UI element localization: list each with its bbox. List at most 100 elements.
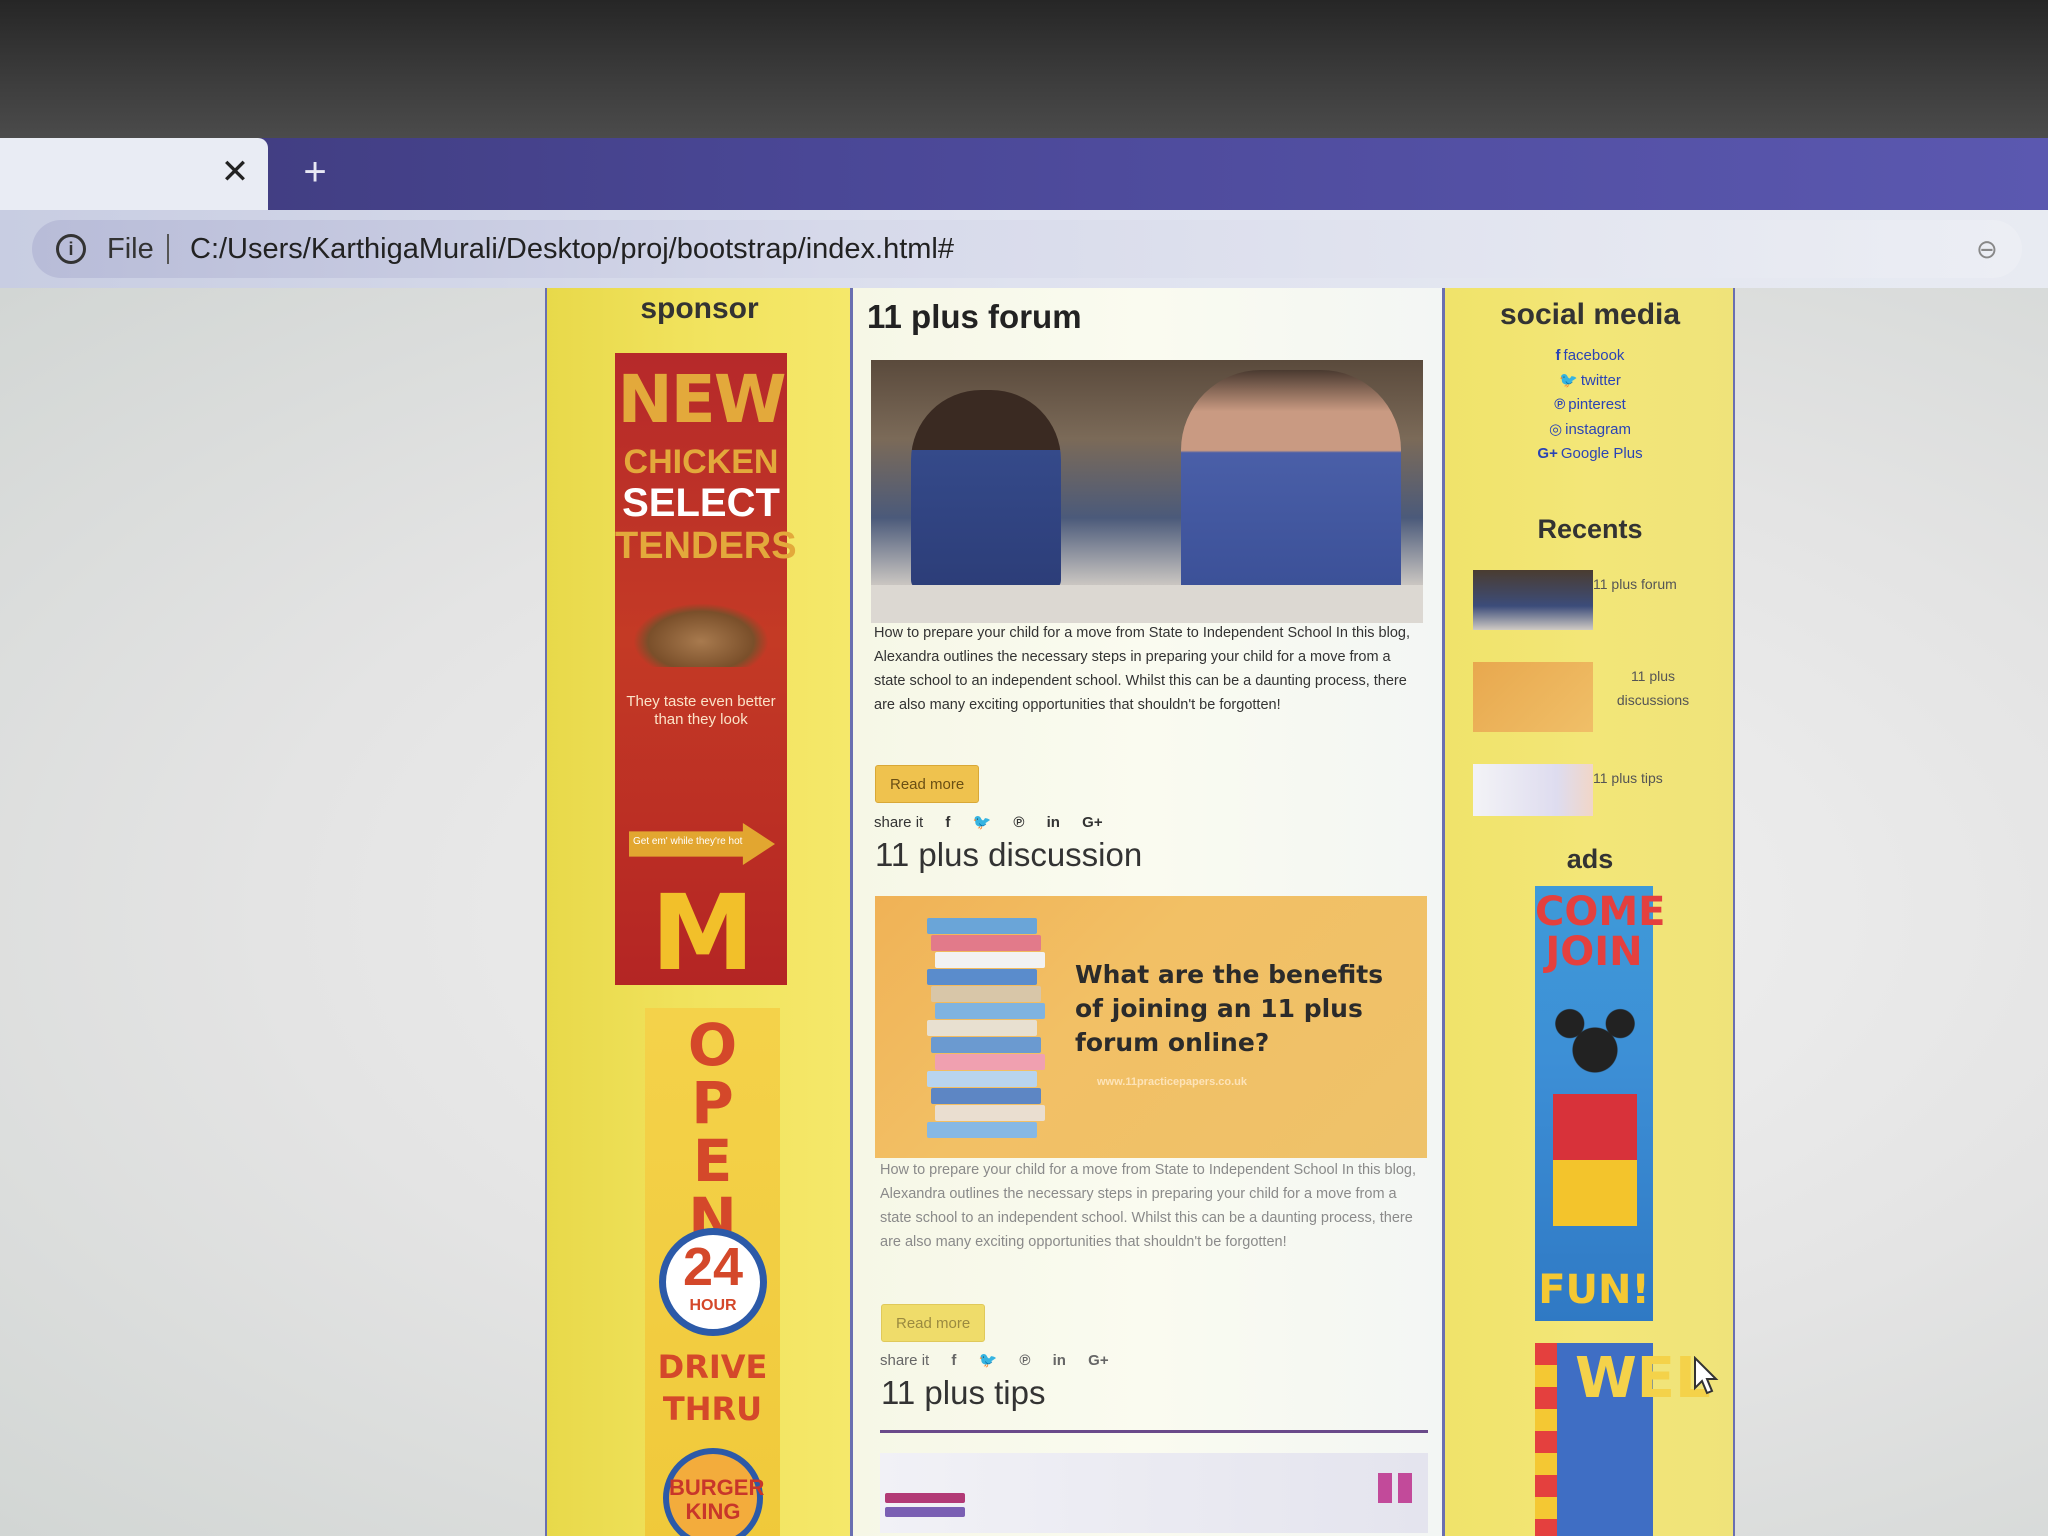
mickey-figure: [1553, 1006, 1637, 1226]
read-more-button[interactable]: Read more: [875, 765, 980, 803]
tips-divider: [880, 1430, 1428, 1433]
burger-king-ad[interactable]: OPEN 24 HOUR DRIVE THRU BURGER KING: [645, 1008, 780, 1536]
book-spine: [931, 986, 1041, 1002]
info-icon[interactable]: i: [56, 234, 86, 264]
ad-text-tenders: TENDERS: [615, 525, 797, 567]
chicken-tenders-image: [633, 603, 769, 667]
share-label: share it: [874, 814, 924, 831]
browser-tab[interactable]: ✕: [0, 138, 268, 210]
instagram-link[interactable]: ◎ instagram: [1445, 418, 1735, 443]
book-spine: [927, 1020, 1037, 1036]
burger-king-logo: BURGER KING: [663, 1448, 764, 1536]
google-plus-share-icon[interactable]: G+: [1082, 814, 1102, 831]
url-separator: [167, 234, 169, 264]
posts-column: 11 plus forum How to prepare your child …: [850, 288, 1445, 1536]
twitter-share-icon[interactable]: 🐦: [979, 1352, 998, 1369]
24-hour-badge: 24 HOUR: [659, 1228, 767, 1336]
ad-text-come-join: COME JOIN: [1535, 889, 1666, 975]
facebook-label: facebook: [1563, 347, 1625, 364]
monitor-bezel: [0, 0, 2048, 138]
linkedin-share-icon[interactable]: in: [1047, 814, 1060, 831]
post-image-forum[interactable]: [871, 360, 1423, 623]
read-more-button[interactable]: Read more: [881, 1304, 986, 1342]
facebook-link[interactable]: f facebook: [1445, 344, 1735, 369]
google-plus-icon: G+: [1537, 445, 1558, 462]
zoom-icon[interactable]: ⊖: [1976, 234, 2006, 264]
book-spine: [935, 952, 1045, 968]
sponsor-heading: sponsor: [640, 292, 759, 325]
tips-graphic: [1378, 1473, 1418, 1503]
ad-text-drive: DRIVE: [657, 1348, 768, 1386]
ad-letter: O: [687, 1011, 738, 1079]
close-tab-icon[interactable]: ✕: [215, 152, 255, 192]
pinterest-link[interactable]: ℗ pinterest: [1445, 393, 1735, 418]
facebook-icon: f: [1555, 347, 1561, 364]
mouse-cursor-icon: [1694, 1356, 1719, 1395]
pinterest-icon: ℗: [1554, 396, 1566, 413]
instagram-icon: ◎: [1549, 420, 1563, 438]
recent-label: 11 plus tips: [1593, 770, 1663, 786]
facebook-share-icon[interactable]: f: [945, 814, 950, 831]
post-body-discussion: How to prepare your child for a move fro…: [880, 1162, 1416, 1250]
google-plus-link[interactable]: G+ Google Plus: [1445, 442, 1735, 467]
ad-text-chicken: CHICKEN: [623, 443, 779, 481]
hours-number: 24: [682, 1237, 744, 1297]
book-spine: [927, 918, 1037, 934]
recents-heading: Recents: [1537, 514, 1643, 544]
google-plus-share-icon[interactable]: G+: [1088, 1352, 1108, 1369]
recent-label: 11 plus discussions: [1616, 668, 1690, 708]
tab-bar: ✕ +: [0, 138, 2048, 210]
pinterest-label: pinterest: [1568, 396, 1626, 413]
post-image-discussion[interactable]: What are the benefits of joining an 11 p…: [875, 896, 1427, 1158]
twitter-label: twitter: [1580, 371, 1621, 389]
twitter-link[interactable]: 🐦 twitter: [1445, 369, 1735, 394]
twitter-icon: 🐦: [1559, 371, 1578, 389]
pinterest-share-icon[interactable]: ℗: [1013, 814, 1024, 831]
pinterest-share-icon[interactable]: ℗: [1019, 1352, 1030, 1369]
ads-heading: ads: [1566, 844, 1614, 874]
url-text[interactable]: C:/Users/KarthigaMurali/Desktop/proj/boo…: [190, 233, 954, 266]
ad-stripe: [1535, 1343, 1557, 1536]
social-links: f facebook 🐦 twitter ℗ pinterest ◎ instagram…: [1445, 344, 1735, 467]
book-spine: [927, 969, 1037, 985]
ad-text-select: SELECT: [622, 481, 780, 525]
hours-label: HOUR: [689, 1297, 737, 1314]
post-body-forum: How to prepare your child for a move fro…: [874, 625, 1410, 713]
post-image-tips[interactable]: [880, 1453, 1428, 1533]
welcome-ad[interactable]: WEL: [1535, 1343, 1711, 1536]
social-media-heading: social media: [1499, 298, 1681, 331]
sponsor-column: sponsor NEW CHICKEN SELECT TENDERS They …: [545, 288, 850, 1536]
book-spine: [935, 1003, 1045, 1019]
image-url-text: www.11practicepapers.co.uk: [1097, 1076, 1247, 1088]
sidebar-column: social media f facebook 🐦 twitter ℗ pintere…: [1445, 288, 1735, 1536]
recent-item[interactable]: 11 plus discussions: [1473, 662, 1723, 732]
ad-letter: P: [691, 1069, 734, 1137]
new-tab-button[interactable]: +: [295, 150, 335, 194]
google-plus-label: Google Plus: [1560, 445, 1643, 462]
recent-item[interactable]: 11 plus tips: [1473, 764, 1723, 824]
book-spine: [935, 1054, 1045, 1070]
post-title-tips[interactable]: 11 plus tips: [881, 1374, 1045, 1412]
books-stack-image: [927, 918, 1057, 1138]
facebook-share-icon[interactable]: f: [951, 1352, 956, 1369]
post-title-discussion[interactable]: 11 plus discussion: [875, 836, 1142, 874]
address-bar[interactable]: i File C:/Users/KarthigaMurali/Desktop/p…: [32, 220, 2022, 278]
book-spine: [927, 1122, 1037, 1138]
ad-text-open: OPEN: [645, 1016, 780, 1248]
ad-arrow-text: Get em' while they're hot: [633, 836, 743, 847]
recent-item[interactable]: 11 plus forum: [1473, 570, 1723, 630]
ad-text-thru: THRU: [662, 1390, 763, 1428]
ad-text-new: NEW: [617, 361, 786, 438]
post-title-forum[interactable]: 11 plus forum: [867, 298, 1082, 336]
twitter-share-icon[interactable]: 🐦: [973, 814, 992, 831]
girl-figure: [911, 390, 1061, 590]
mcdonalds-ad[interactable]: NEW CHICKEN SELECT TENDERS They taste ev…: [615, 353, 797, 985]
linkedin-share-icon[interactable]: in: [1053, 1352, 1066, 1369]
ad-text-drive-thru: DRIVE THRU: [645, 1346, 780, 1430]
book-spine: [931, 1088, 1041, 1104]
man-figure: [1181, 370, 1401, 600]
browser-toolbar: i File C:/Users/KarthigaMurali/Desktop/p…: [0, 210, 2048, 288]
mickey-ad[interactable]: COME JOIN FUN!: [1535, 886, 1666, 1321]
ad-text-welcome: WEL: [1575, 1346, 1711, 1411]
recent-label: 11 plus forum: [1593, 576, 1677, 592]
